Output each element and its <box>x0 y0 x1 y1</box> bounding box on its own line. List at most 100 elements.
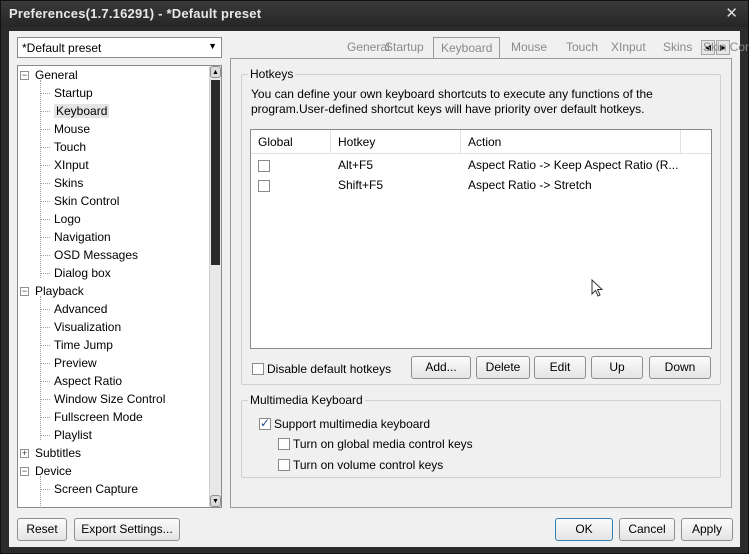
window-title: Preferences(1.7.16291) - *Default preset <box>9 6 262 21</box>
title-bar[interactable]: Preferences(1.7.16291) - *Default preset… <box>1 1 748 27</box>
tree-item[interactable]: Screen Capture <box>54 480 138 498</box>
tab-general[interactable]: General <box>347 40 390 54</box>
collapse-icon[interactable]: − <box>20 467 29 476</box>
up-button[interactable]: Up <box>591 356 643 379</box>
tab-xinput[interactable]: XInput <box>611 40 646 54</box>
column-hotkey[interactable]: Hotkey <box>331 130 461 154</box>
action-cell: Aspect Ratio -> Keep Aspect Ratio (R... <box>468 158 679 172</box>
column-global[interactable]: Global <box>251 130 331 154</box>
column-action[interactable]: Action <box>461 130 681 154</box>
checkbox-label: Turn on global media control keys <box>293 436 473 451</box>
delete-button[interactable]: Delete <box>476 356 530 379</box>
tree-connector <box>40 111 50 112</box>
table-row[interactable]: Shift+F5 Aspect Ratio -> Stretch <box>251 175 711 195</box>
ok-button[interactable]: OK <box>555 518 613 541</box>
tree-item[interactable]: Subtitles <box>35 444 81 462</box>
tree-connector <box>40 219 50 220</box>
tree-item-label: Startup <box>54 86 93 100</box>
tree-item[interactable]: Visualization <box>54 318 121 336</box>
tree-item[interactable]: XInput <box>54 156 89 174</box>
tab-touch[interactable]: Touch <box>566 40 598 54</box>
table-row[interactable]: Alt+F5 Aspect Ratio -> Keep Aspect Ratio… <box>251 155 711 175</box>
collapse-icon[interactable]: − <box>20 287 29 296</box>
tree-item-label: Subtitles <box>35 446 82 460</box>
tab-mouse[interactable]: Mouse <box>511 40 547 54</box>
tree-connector <box>40 435 50 436</box>
preset-dropdown[interactable]: *Default preset ▼ <box>17 37 222 58</box>
global-media-keys-checkbox[interactable]: Turn on global media control keys <box>278 436 473 451</box>
tree-scrollbar[interactable]: ▲ ▼ <box>209 66 221 507</box>
tree-connector <box>40 476 41 507</box>
checkbox-box[interactable] <box>278 458 290 471</box>
disable-default-hotkeys-checkbox[interactable]: Disable default hotkeys <box>252 361 391 376</box>
global-checkbox[interactable] <box>258 179 270 192</box>
edit-button[interactable]: Edit <box>534 356 586 379</box>
volume-keys-checkbox[interactable]: Turn on volume control keys <box>278 457 443 472</box>
scroll-up-icon[interactable]: ▲ <box>210 66 221 78</box>
tree-connector <box>40 399 50 400</box>
cancel-button[interactable]: Cancel <box>619 518 675 541</box>
tree-item[interactable]: Window Size Control <box>54 390 165 408</box>
tree-item[interactable]: OSD Messages <box>54 246 138 264</box>
checkbox-box[interactable] <box>259 416 271 430</box>
tree-connector <box>40 296 41 440</box>
tree-item-label: Mouse <box>54 122 91 136</box>
tree-item[interactable]: Logo <box>54 210 81 228</box>
tree-item-label: Touch <box>54 140 87 154</box>
tree-item[interactable]: Time Jump <box>54 336 113 354</box>
tree-item[interactable]: Preview <box>54 354 97 372</box>
tree-connector <box>40 381 50 382</box>
tree-item[interactable]: Fullscreen Mode <box>54 408 143 426</box>
tree-item[interactable]: Advanced <box>54 300 107 318</box>
global-checkbox[interactable] <box>258 159 270 172</box>
checkbox-box[interactable] <box>252 362 264 375</box>
tree-item-label: Screen Capture <box>54 482 139 496</box>
multimedia-legend: Multimedia Keyboard <box>248 393 365 407</box>
tree-connector <box>40 345 50 346</box>
tab-skins[interactable]: Skins <box>663 40 692 54</box>
tree-connector <box>40 255 50 256</box>
tree-item[interactable]: Mouse <box>54 120 90 138</box>
tree-item[interactable]: Dialog box <box>54 264 111 282</box>
tab-keyboard[interactable]: Keyboard <box>433 37 501 60</box>
tree-item-label: OSD Messages <box>54 248 139 262</box>
settings-tree[interactable]: ▲ ▼ General − Startup Keyboard Mouse Touch XIn… <box>17 65 222 508</box>
mouse-cursor-icon <box>591 279 604 297</box>
support-multimedia-checkbox[interactable]: Support multimedia keyboard <box>259 416 430 431</box>
preferences-window: Preferences(1.7.16291) - *Default preset… <box>0 0 749 554</box>
tree-item[interactable]: Navigation <box>54 228 111 246</box>
checkbox-label: Turn on volume control keys <box>293 457 444 472</box>
hotkey-list[interactable]: Global Hotkey Action Alt+F5 Aspect Ratio… <box>250 129 712 349</box>
tree-item[interactable]: Playlist <box>54 426 92 444</box>
apply-button[interactable]: Apply <box>681 518 733 541</box>
checkbox-box[interactable] <box>278 437 290 450</box>
tree-item[interactable]: Startup <box>54 84 93 102</box>
tree-item[interactable]: General <box>35 66 78 84</box>
dialog-body: *Default preset ▼ ▲ ▼ General − Startup Key… <box>9 31 749 547</box>
collapse-icon[interactable]: − <box>20 71 29 80</box>
preset-value: *Default preset <box>22 41 102 55</box>
tree-connector <box>40 273 50 274</box>
tree-connector <box>40 417 50 418</box>
tree-item[interactable]: Skin Control <box>54 192 119 210</box>
down-button[interactable]: Down <box>649 356 711 379</box>
tree-item[interactable]: Touch <box>54 138 86 156</box>
tree-item-label: Skin Control <box>54 194 120 208</box>
add-button[interactable]: Add... <box>411 356 471 379</box>
hotkeys-description: You can define your own keyboard shortcu… <box>251 87 653 116</box>
tree-item[interactable]: Keyboard <box>54 102 110 120</box>
tab-skin-control[interactable]: Skin Control <box>703 40 749 54</box>
reset-button[interactable]: Reset <box>17 518 67 541</box>
tab-startup[interactable]: Startup <box>385 40 424 54</box>
scroll-down-icon[interactable]: ▼ <box>210 495 221 507</box>
tree-item[interactable]: Aspect Ratio <box>54 372 122 390</box>
tree-item-label: Playback <box>35 284 84 298</box>
expand-icon[interactable]: + <box>20 449 29 458</box>
tree-item[interactable]: Skins <box>54 174 83 192</box>
scroll-thumb[interactable] <box>211 80 220 265</box>
tree-connector <box>40 165 50 166</box>
tree-item-label: Visualization <box>54 320 122 334</box>
export-settings-button[interactable]: Export Settings... <box>74 518 180 541</box>
tree-item[interactable]: Playback <box>35 282 84 300</box>
close-icon[interactable]: ✕ <box>725 4 738 22</box>
